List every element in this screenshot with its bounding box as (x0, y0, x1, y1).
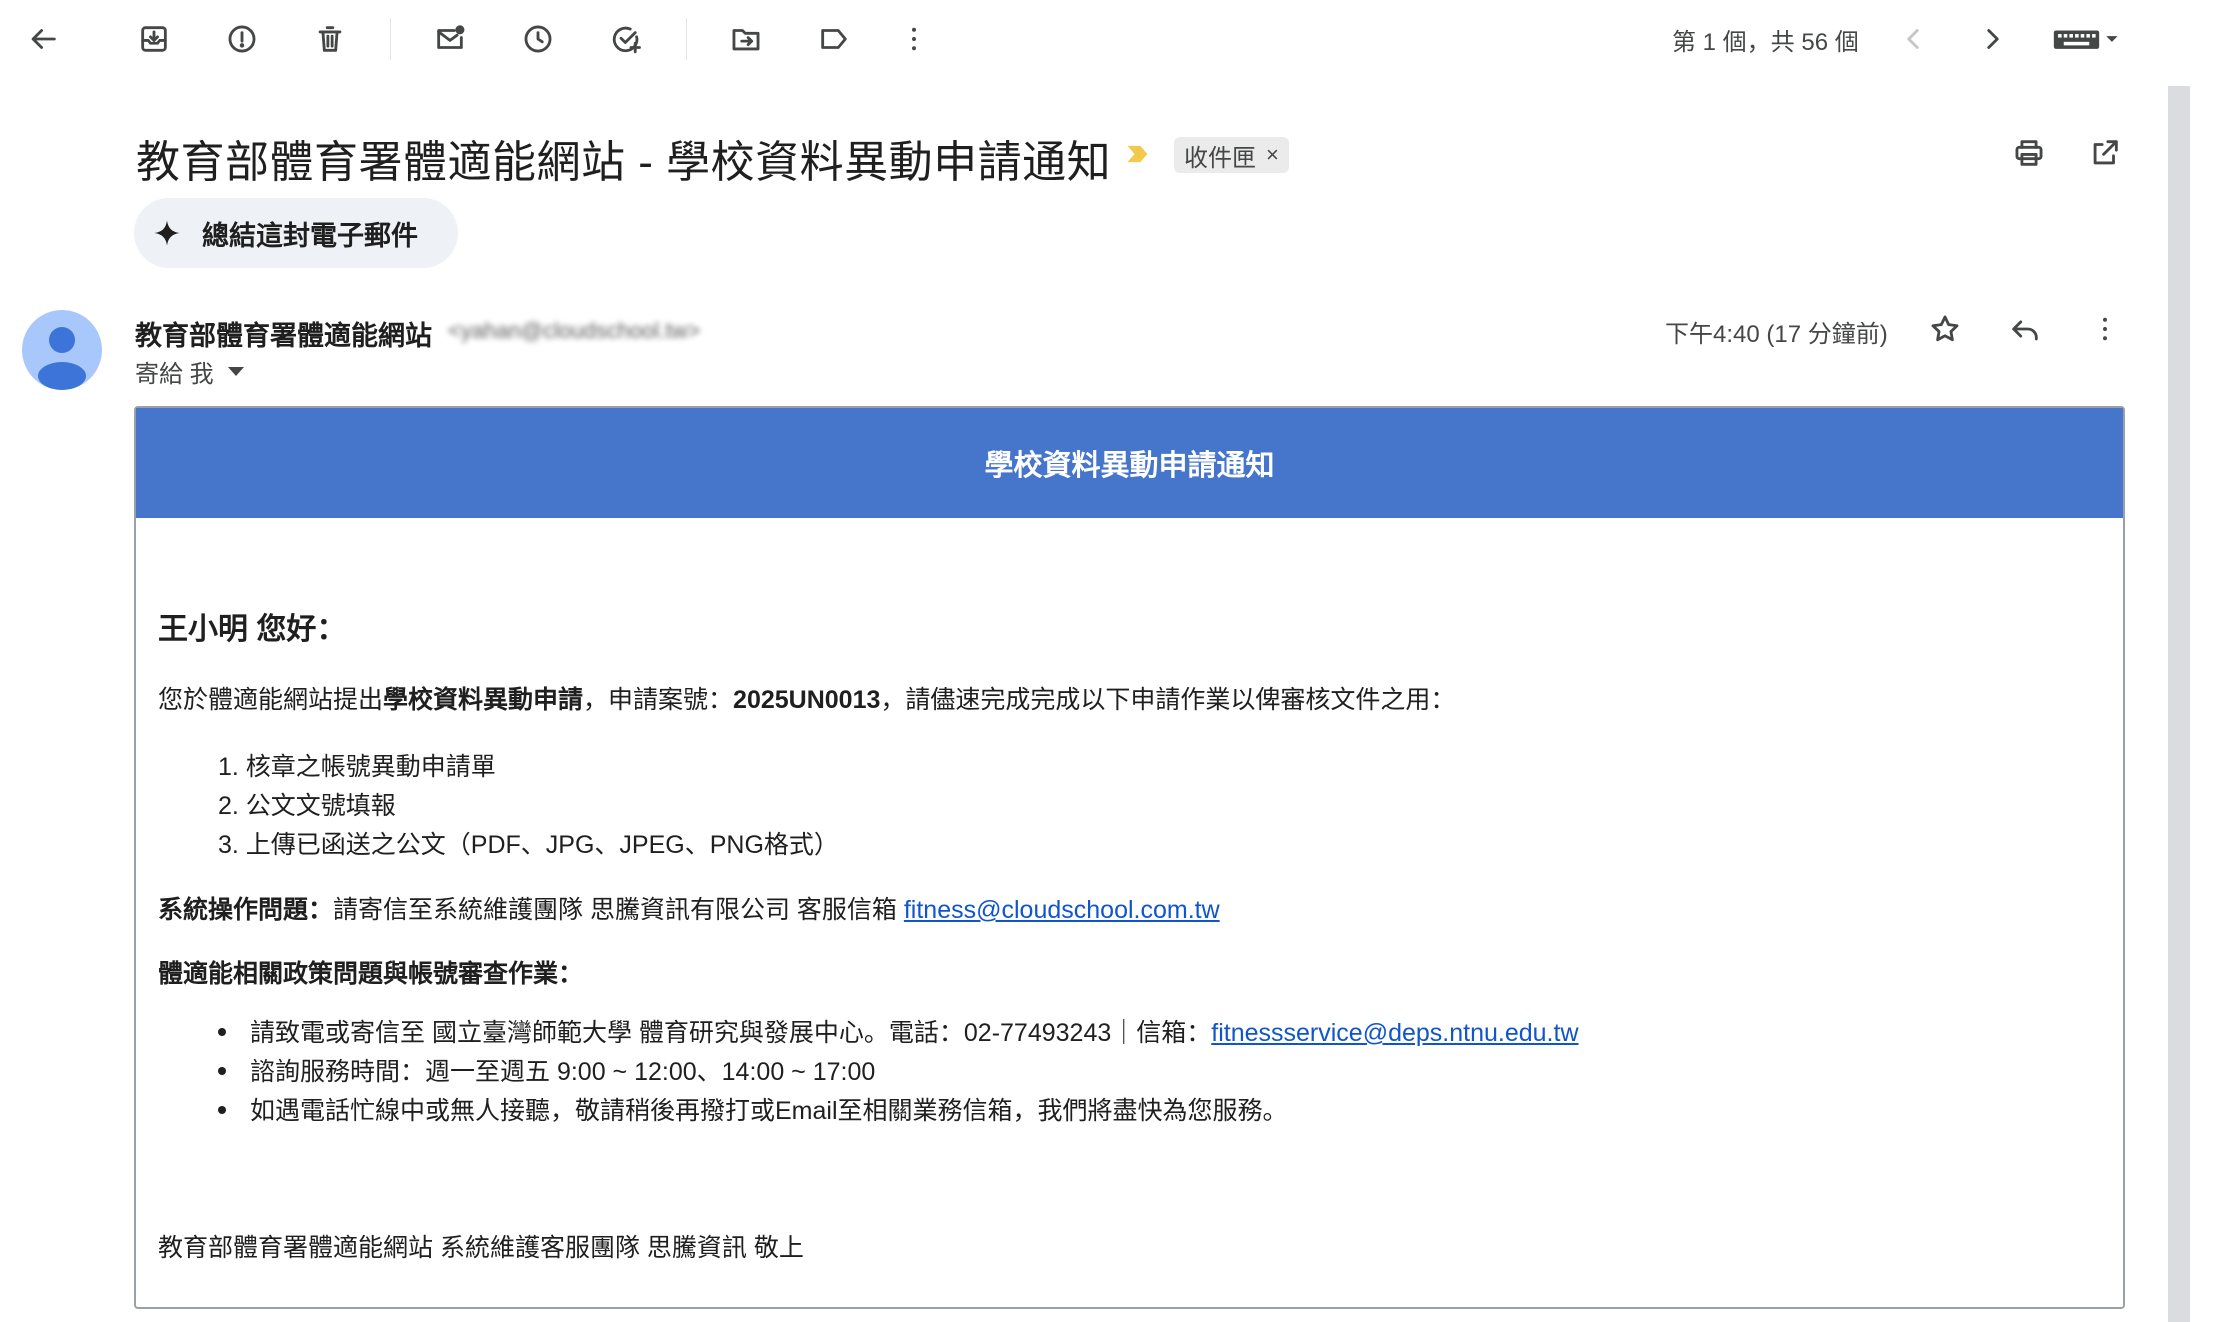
bullet-icon (218, 1067, 226, 1076)
back-arrow-icon[interactable] (26, 22, 60, 56)
system-issue-text: 請寄信至系統維護團隊 思騰資訊有限公司 客服信箱 (333, 896, 904, 924)
email-date: 下午4:40 (17 分鐘前) (1665, 321, 1888, 348)
star-icon[interactable] (1928, 312, 1962, 346)
more-options-icon[interactable] (897, 22, 931, 56)
remove-label-icon[interactable]: × (1266, 142, 1279, 168)
sender-avatar[interactable] (22, 310, 102, 390)
move-to-icon[interactable] (729, 22, 763, 56)
label-tag-icon[interactable] (817, 22, 851, 56)
service-email-link[interactable]: fitnessservice@deps.ntnu.edu.tw (1211, 1019, 1578, 1047)
open-new-window-icon[interactable] (2088, 136, 2122, 170)
archive-icon[interactable] (137, 22, 171, 56)
bullet-icon (218, 1028, 226, 1037)
list-item: 如遇電話忙線中或無人接聽，敬請稍後再撥打或Email至相關業務信箱，我們將盡快為… (218, 1092, 1579, 1131)
snooze-clock-icon[interactable] (521, 22, 555, 56)
summarize-label: 總結這封電子郵件 (202, 220, 418, 251)
email-subject: 教育部體育署體適能網站 - 學校資料異動申請通知 (136, 138, 1112, 187)
pagination-text: 第 1 個，共 56 個 (1672, 29, 1859, 56)
add-to-tasks-icon[interactable] (609, 22, 643, 56)
steps-list: 1. 核章之帳號異動申請單 2. 公文文號填報 3. 上傳已函送之公文（PDF、… (218, 748, 839, 865)
list-item: 諮詢服務時間：週一至週五 9:00 ~ 12:00、14:00 ~ 17:00 (218, 1053, 1579, 1092)
list-item: 2. 公文文號填報 (218, 792, 396, 820)
print-icon[interactable] (2012, 136, 2046, 170)
signature: 教育部體育署體適能網站 系統維護客服團隊 思騰資訊 敬上 (158, 1234, 804, 1262)
policy-item-text: 請致電或寄信至 國立臺灣師範大學 體育研究與發展中心。電話：02-7749324… (250, 1019, 1212, 1047)
support-email-link[interactable]: fitness@cloudschool.com.tw (904, 896, 1220, 924)
email-banner: 學校資料異動申請通知 (136, 408, 2123, 518)
recipient-line[interactable]: 寄給 我 (135, 354, 244, 389)
policy-item-text: 諮詢服務時間：週一至週五 9:00 ~ 12:00、14:00 ~ 17:00 (250, 1058, 876, 1086)
intro-text-after: ，請儘速完成完成以下申請作業以俾審核文件之用： (880, 686, 1456, 714)
intro-text-before: 您於體適能網站提出 (158, 686, 384, 714)
intro-highlight: 學校資料異動申請 (383, 686, 584, 714)
policy-heading: 體適能相關政策問題與帳號審查作業： (158, 960, 584, 988)
show-details-caret-icon[interactable] (227, 367, 244, 376)
list-item: 1. 核章之帳號異動申請單 (218, 753, 496, 781)
newer-chevron-icon[interactable] (1896, 22, 1930, 56)
message-more-options-icon[interactable] (2088, 312, 2122, 346)
list-item: 3. 上傳已函送之公文（PDF、JPG、JPEG、PNG格式） (218, 831, 839, 859)
importance-marker-icon[interactable] (1124, 140, 1152, 168)
greeting: 王小明 您好： (158, 613, 347, 646)
intro-text-mid: ，申請案號： (583, 686, 734, 714)
system-issue-line: 系統操作問題：請寄信至系統維護團隊 思騰資訊有限公司 客服信箱 fitness@… (158, 890, 1220, 926)
sender-email: <yahan@cloudschool.tw> (448, 318, 701, 343)
sparkle-icon (154, 220, 180, 246)
sender-name[interactable]: 教育部體育署體適能網站 (135, 314, 432, 353)
label-chip-text: 收件匣 (1184, 144, 1256, 172)
policy-item-text: 如遇電話忙線中或無人接聽，敬請稍後再撥打或Email至相關業務信箱，我們將盡快為… (250, 1097, 1288, 1125)
email-body-card: 學校資料異動申請通知 王小明 您好： 您於體適能網站提出學校資料異動申請，申請案… (134, 406, 2125, 1309)
toolbar-divider (390, 18, 391, 60)
toolbar-divider (686, 18, 687, 60)
scrollbar-track[interactable] (2188, 0, 2222, 1322)
case-number: 2025UN0013 (733, 686, 881, 714)
report-spam-icon[interactable] (225, 22, 259, 56)
older-chevron-icon[interactable] (1976, 22, 2010, 56)
intro-paragraph: 您於體適能網站提出學校資料異動申請，申請案號：2025UN0013，請儘速完成完… (158, 680, 1455, 716)
policy-list: 請致電或寄信至 國立臺灣師範大學 體育研究與發展中心。電話：02-7749324… (218, 1014, 1579, 1131)
bullet-icon (218, 1106, 226, 1115)
delete-icon[interactable] (313, 22, 347, 56)
input-tools-keyboard-icon[interactable] (2050, 22, 2120, 56)
person-icon (38, 327, 86, 390)
reply-icon[interactable] (2008, 312, 2042, 346)
inbox-label-chip: 收件匣 × (1174, 137, 1289, 173)
system-issue-label: 系統操作問題： (158, 896, 334, 924)
recipient-text: 寄給 我 (135, 361, 214, 388)
list-item: 請致電或寄信至 國立臺灣師範大學 體育研究與發展中心。電話：02-7749324… (218, 1014, 1579, 1053)
summarize-email-button[interactable]: 總結這封電子郵件 (134, 198, 458, 268)
mark-unread-icon[interactable] (433, 22, 467, 56)
scrollbar-thumb[interactable] (2168, 86, 2190, 1322)
